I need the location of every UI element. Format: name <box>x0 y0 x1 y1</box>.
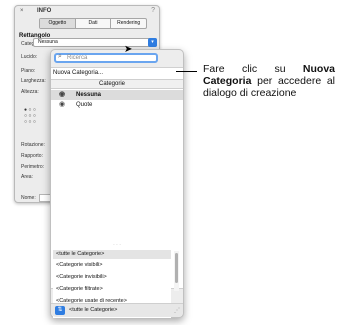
chevron-down-icon[interactable]: ▾ <box>148 38 157 47</box>
categories-column-header[interactable]: Categorie <box>51 79 183 89</box>
area-label: Area: <box>21 174 33 180</box>
perimetro-label: Perimetro: <box>21 164 45 170</box>
filter-item[interactable]: <Categorie invisibili> <box>53 273 171 282</box>
annotation-text: Fare clic su Nuova Categoria per acceder… <box>203 63 335 99</box>
mouse-cursor-icon: ➤ <box>124 44 133 55</box>
palette-titlebar[interactable]: × INFO ? <box>15 6 159 17</box>
categoria-select[interactable]: Nessuna ▾ <box>33 38 157 47</box>
new-category-item[interactable]: Nuova Categoria... <box>51 68 183 78</box>
filter-item[interactable]: <tutte le Categorie> <box>53 250 171 259</box>
scroll-thumb[interactable] <box>175 253 178 283</box>
rapporto-label: Rapporto: <box>21 153 43 159</box>
palette-tabs: Oggetto Dati Rendering <box>39 18 147 29</box>
category-row[interactable]: ◉ Nessuna <box>51 90 183 100</box>
filter-item[interactable]: <Categorie filtrate> <box>53 285 171 294</box>
resize-grip-icon[interactable]: ⋰ <box>174 307 180 314</box>
category-label: Quote <box>76 102 93 108</box>
piano-label: Piano: <box>21 68 36 74</box>
search-placeholder: Ricerca <box>67 55 88 61</box>
category-row[interactable]: ◉ Quote <box>51 100 183 110</box>
categoria-value: Nessuna <box>38 39 58 45</box>
tab-oggetto[interactable]: Oggetto <box>40 19 76 28</box>
category-label: Nessuna <box>76 92 102 98</box>
lucido-label: Lucido: <box>21 54 38 60</box>
search-input[interactable]: ⌕ Ricerca <box>54 53 158 63</box>
tab-rendering[interactable]: Rendering <box>111 19 146 28</box>
nome-label: Nome: <box>21 195 36 201</box>
filter-menu-button[interactable]: ⇅ <box>55 306 65 315</box>
eye-icon[interactable]: ◉ <box>59 90 65 100</box>
filter-item[interactable]: <Categorie visibili> <box>53 261 171 270</box>
altezza-label: Altezza: <box>21 89 39 95</box>
palette-title: INFO <box>37 8 52 14</box>
category-popup: ⌕ Ricerca Nuova Categoria... Categorie ◉… <box>50 49 184 318</box>
larghezza-label: Larghezza: <box>21 78 46 84</box>
rotazione-label: Rotazione: <box>21 142 45 148</box>
close-icon[interactable]: × <box>20 8 24 14</box>
reference-point-selector[interactable]: ● ○ ○ ○ ○ ○ ○ ○ ○ <box>24 107 36 125</box>
filter-scrollbar[interactable] <box>174 251 179 291</box>
search-icon: ⌕ <box>58 53 62 60</box>
callout-line <box>176 71 197 72</box>
annotation-part1: Fare clic su <box>203 63 303 75</box>
eye-icon[interactable]: ◉ <box>59 100 65 110</box>
active-filter-label: <tutte le Categorie> <box>69 307 118 313</box>
popup-bottom-bar: ⇅ <tutte le Categorie> ⋰ <box>51 303 183 317</box>
help-icon[interactable]: ? <box>151 7 155 14</box>
splitter-handle[interactable]: · · · <box>51 243 183 248</box>
tab-dati[interactable]: Dati <box>76 19 112 28</box>
